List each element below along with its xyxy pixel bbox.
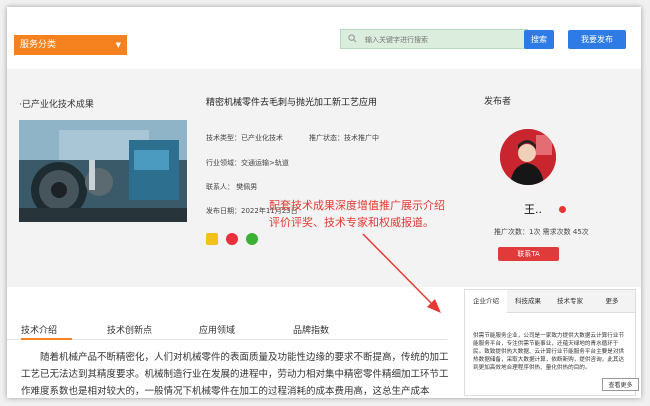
tab-innovation[interactable]: 技术创新点 [107,323,152,336]
search-icon [348,34,357,43]
tab-brand-index[interactable]: 品牌指数 [293,323,329,336]
search-bar [340,29,528,49]
qzone-icon[interactable] [206,233,218,245]
contact-button[interactable]: 联系TA [498,247,559,261]
content-tabs: 技术介绍 技术创新点 应用领域 品牌指数 [7,307,447,340]
page-frame: 服务分类 ▼ 搜索 我要发布 ·已产业化技术成果 精密机械零件去毛刺与抛光加工新… [7,7,641,398]
industry-field: 行业领域：交通运输>轨道 [206,159,289,167]
publisher-stats: 推广次数：1次 需求次数 45次 [494,228,589,236]
top-bar: 服务分类 ▼ 搜索 我要发布 [7,7,641,69]
wechat-icon[interactable] [246,233,259,245]
contact-person: 联系人： 樊佩男 [206,183,258,191]
active-tab-indicator [21,338,72,340]
achievement-title: 精密机械零件去毛刺与抛光加工新工艺应用 [206,98,378,108]
category-label: 服务分类 [20,40,57,50]
promo-status: 推广状态：技术推广中 [309,134,379,142]
annotation-line-2: 评价评奖、技术专家和权威报道。 [269,216,434,229]
view-more-button[interactable]: 查看更多 [602,378,639,391]
category-dropdown[interactable]: 服务分类 ▼ [14,35,127,55]
tech-type: 技术类型：已产业化技术 [206,134,283,142]
tab-tech-intro[interactable]: 技术介绍 [21,323,57,336]
search-input[interactable] [363,32,527,48]
tab-more[interactable]: 更多 [591,290,633,312]
search-button[interactable]: 搜索 [524,30,554,49]
achievement-tag: ·已产业化技术成果 [19,100,94,110]
company-description: 供需节能服务企业，公司是一家致力提供大数据云计算行业节能服务平台，专注供需节能事… [473,333,625,371]
tab-company-intro[interactable]: 企业介绍 [465,290,507,313]
tab-achievements[interactable]: 科技成果 [507,290,549,312]
company-panel-tabs: 企业介绍 科技成果 技术专家 更多 [465,290,635,313]
tab-application[interactable]: 应用领域 [199,323,235,336]
weibo-icon[interactable] [226,233,239,245]
verified-badge-icon [559,206,566,213]
publisher-label: 发布者 [484,97,512,107]
annotation-overlay: 配套技术成果深度增值推广展示介绍 评价评奖、技术专家和权威报道。 [269,197,445,231]
publisher-avatar [500,129,556,185]
annotation-line-1: 配套技术成果深度增值推广展示介绍 [269,199,445,212]
tab-experts[interactable]: 技术专家 [549,290,591,312]
tech-description: 随着机械产品不断精密化，人们对机械零件的表面质量及功能性边缘的要求不断提高，传统… [21,352,449,397]
chevron-down-icon: ▼ [115,41,121,49]
publish-button[interactable]: 我要发布 [568,30,626,49]
company-panel: 企业介绍 科技成果 技术专家 更多 供需节能服务企业，公司是一家致力提供大数据云… [464,289,639,396]
machinery-photo [19,120,187,222]
share-icons [206,233,261,247]
publisher-name: 王.. [524,203,542,216]
